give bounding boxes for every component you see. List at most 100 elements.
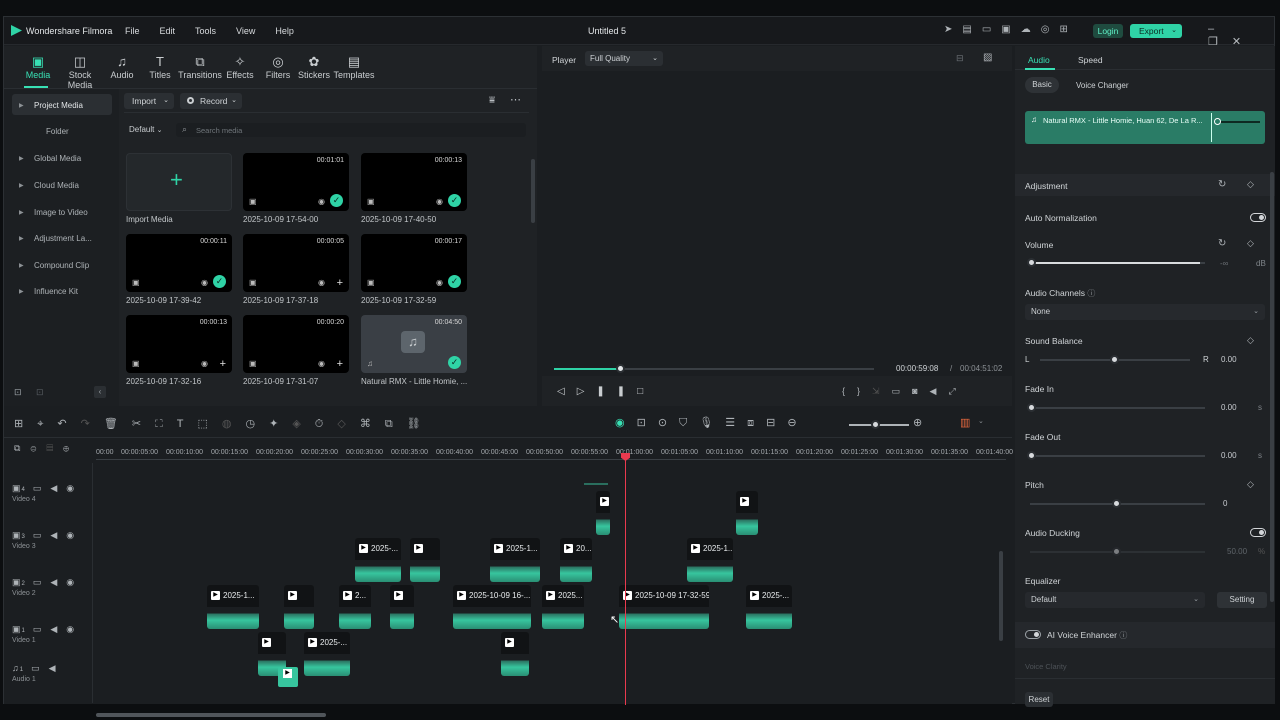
split-icon[interactable]: ✂ (132, 418, 155, 430)
audio-clip-preview[interactable]: ♫ Natural RMX - Little Homie, Huan 62, D… (1025, 111, 1265, 144)
insert-icon[interactable]: ⇲ (872, 386, 892, 396)
sidebar-item-global-media[interactable]: ▶ Global Media (14, 149, 102, 169)
timeline-clip[interactable]: ▶ 2025-... (304, 632, 350, 676)
media-thumbnail[interactable]: 00:00:11 ▣ ◉ ✓ (126, 234, 232, 292)
grid-icon[interactable]: ⊟ (956, 53, 964, 64)
more-icon[interactable]: ⋯ (510, 93, 521, 106)
folder-icon[interactable]: ▭ (33, 577, 51, 587)
fade-out-value[interactable]: 0.00 (1221, 451, 1237, 460)
equalizer-dropdown[interactable]: Default ⌄ (1025, 592, 1205, 608)
media-thumbnail[interactable]: 00:00:05 ▣ ◉ + (243, 234, 349, 292)
sidebar-item-project-media[interactable]: ▶ Project Media (14, 96, 102, 116)
tool-stock-media[interactable]: ◫ Stock Media (58, 54, 102, 90)
snapshot-icon[interactable]: ◙ (912, 386, 929, 396)
new-folder-icon[interactable]: ⊡ (14, 387, 22, 398)
tool-titles[interactable]: T Titles (138, 54, 182, 80)
media-thumbnail[interactable]: 00:00:13 ▣ ◉ + (126, 315, 232, 373)
collapse-icon[interactable]: ‹ (94, 386, 106, 398)
mute-icon[interactable]: ◀ (50, 483, 66, 493)
ai-icon[interactable]: ✦ (269, 418, 292, 430)
export-button[interactable]: Export ⌄ (1130, 24, 1182, 38)
add-to-timeline-icon[interactable]: + (337, 358, 343, 370)
snap-icon[interactable]: ▤ (46, 443, 63, 453)
motion-icon[interactable]: ⌘ (360, 418, 385, 430)
timeline-clip[interactable]: ▶ 2025-10-09 16-... (453, 585, 531, 629)
add-to-timeline-icon[interactable]: + (220, 358, 226, 370)
fullscreen-icon[interactable]: ⤢ (948, 386, 967, 396)
menu-file[interactable]: File (125, 26, 140, 36)
mute-icon[interactable]: ◀ (50, 577, 66, 587)
crop-icon[interactable]: ⛶ (155, 418, 177, 430)
playhead[interactable] (625, 455, 626, 705)
menu-edit[interactable]: Edit (160, 26, 176, 36)
tool-transitions[interactable]: ⧉ Transitions (178, 54, 222, 80)
monitor-icon[interactable]: ▭ (982, 24, 1001, 35)
fade-out-slider[interactable] (1027, 451, 1205, 460)
timeline-v-scrollbar[interactable] (999, 551, 1003, 641)
add-to-timeline-icon[interactable]: + (337, 277, 343, 289)
send-icon[interactable]: ➤ (944, 24, 962, 35)
zoom-in-icon[interactable]: ⊕ (913, 416, 922, 429)
media-thumbnail[interactable]: 00:00:17 ▣ ◉ ✓ (361, 234, 467, 292)
timeline-clip[interactable]: ▶ 2025... (542, 585, 584, 629)
mic-icon[interactable]: 🎙 (699, 417, 725, 429)
link-tracks-icon[interactable]: ⊜ (30, 443, 46, 453)
timeline-clip[interactable]: ▶ 20... (560, 538, 592, 582)
media-thumbnail[interactable]: 00:00:13 ▣ ◉ ✓ (361, 153, 467, 211)
pitch-slider[interactable] (1030, 499, 1205, 508)
select-tool-icon[interactable]: ⌖ (37, 418, 57, 430)
sidebar-item-adjustment-la-[interactable]: ▶ Adjustment La... (14, 229, 102, 249)
fit-icon[interactable]: ⊟ (766, 417, 787, 429)
stop-icon[interactable]: □ (637, 386, 655, 397)
pause-icon[interactable]: ❚❚ (596, 386, 637, 397)
volume-keyframe-icon[interactable]: ◇ (1247, 238, 1254, 249)
mute-icon[interactable]: ◀ (50, 624, 66, 634)
play-icon[interactable]: ▷ (577, 386, 597, 397)
timeline-clip[interactable]: ▶ (390, 585, 414, 629)
preview-eye-icon[interactable]: ◉ (201, 278, 208, 287)
speed-icon[interactable]: ◷ (246, 418, 270, 430)
equalizer-setting-button[interactable]: Setting (1217, 592, 1267, 608)
timeline-clip[interactable]: ▶ 2025-10-09 17-32-59 (619, 585, 709, 629)
zoom-slider[interactable] (849, 420, 909, 429)
preview-eye-icon[interactable]: ◉ (436, 197, 443, 206)
timeline-clip[interactable]: ▶ 2025-1... (687, 538, 733, 582)
pitch-value[interactable]: 0 (1223, 499, 1227, 508)
timeline-h-scrollbar[interactable] (96, 713, 326, 717)
preview-area[interactable] (542, 71, 1012, 376)
tab-speed[interactable]: Speed (1078, 55, 1103, 65)
import-media-tile[interactable]: + (126, 153, 232, 211)
folder-icon[interactable]: ▭ (33, 530, 51, 540)
login-button[interactable]: Login (1093, 24, 1123, 38)
timeline-clip[interactable]: ▶ 2025-1... (207, 585, 259, 629)
subtab-basic[interactable]: Basic (1025, 77, 1059, 93)
zoom-out-icon[interactable]: ⊖ (787, 417, 808, 429)
timeline-clip[interactable]: ▶ (501, 632, 529, 676)
clip-fragment[interactable] (584, 463, 608, 485)
ai-voice-enhancer-toggle[interactable] (1025, 630, 1041, 639)
pitch-keyframe-icon[interactable]: ◇ (1247, 479, 1254, 490)
add-track-icon[interactable]: ⧉ (14, 443, 30, 453)
render-icon[interactable]: ⊡ (637, 417, 658, 429)
folder-icon[interactable]: ▭ (31, 663, 49, 673)
sound-balance-slider[interactable] (1040, 355, 1190, 364)
audio-stretch-icon[interactable]: ⧉ (385, 418, 407, 430)
color-icon[interactable]: ◍ (222, 418, 246, 430)
minimize-icon[interactable]: – (1208, 23, 1228, 35)
link-icon[interactable]: ⛓ (407, 418, 435, 430)
timeline-clip[interactable]: ▶ 2025-... (355, 538, 401, 582)
headphones-icon[interactable]: ◎ (1041, 24, 1060, 35)
folder-icon[interactable]: ▭ (33, 624, 51, 634)
preview-eye-icon[interactable]: ◉ (436, 278, 443, 287)
play-range-icon[interactable]: ⊙ (658, 417, 679, 429)
mask-icon[interactable]: ◈ (292, 418, 314, 430)
balance-value[interactable]: 0.00 (1221, 355, 1237, 364)
menu-view[interactable]: View (236, 26, 255, 36)
audio-clip[interactable]: ▶ (278, 667, 298, 687)
menu-tools[interactable]: Tools (195, 26, 216, 36)
tool-templates[interactable]: ▤ Templates (332, 54, 376, 80)
apps-icon[interactable]: ⊞ (1059, 24, 1077, 35)
timeline-clip[interactable]: ▶ (410, 538, 440, 582)
media-thumbnail[interactable]: 00:01:01 ▣ ◉ ✓ (243, 153, 349, 211)
media-thumbnail[interactable]: 00:04:50 ♫ ♫ ✓ (361, 315, 467, 373)
